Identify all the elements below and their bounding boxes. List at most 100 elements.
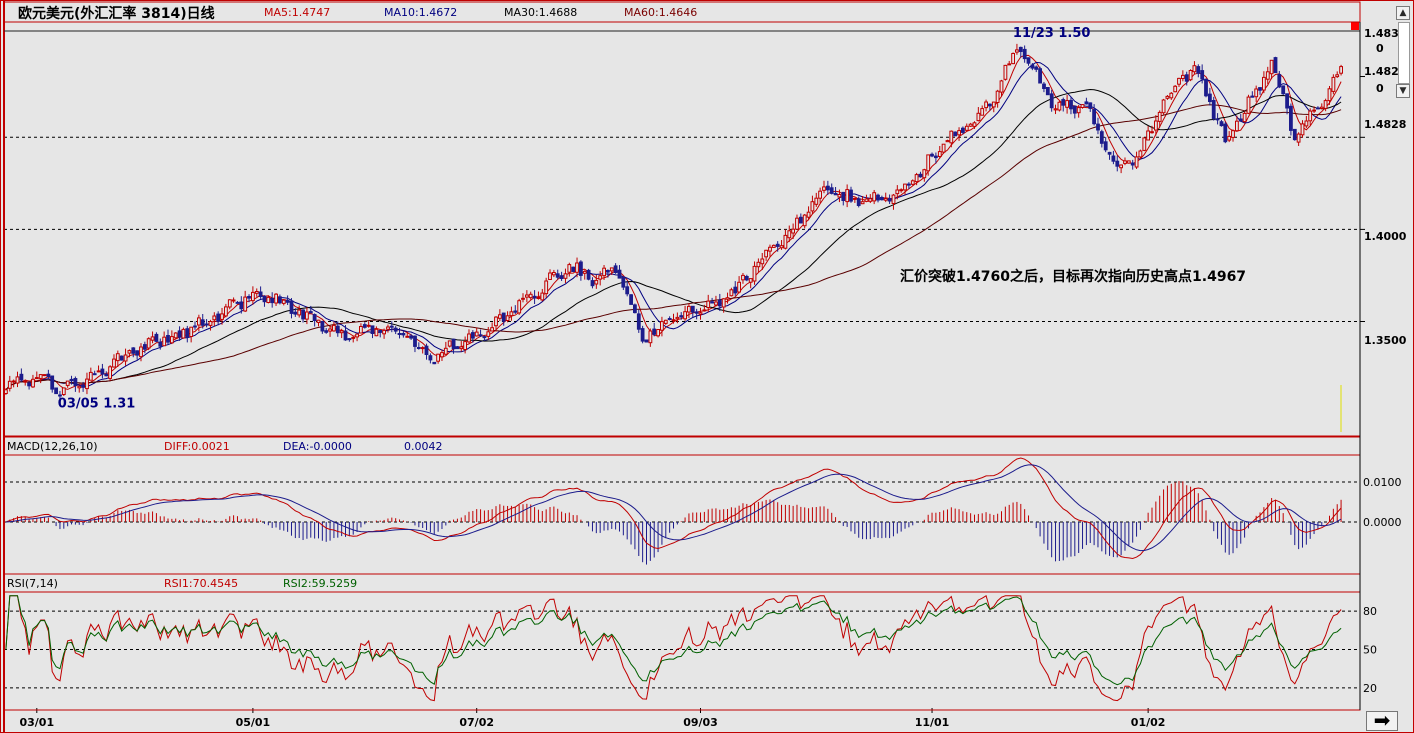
candle-down (633, 304, 637, 314)
candle-down (1092, 109, 1096, 125)
candle-up (721, 298, 726, 308)
candle-up (474, 331, 479, 337)
candle-down (1196, 66, 1201, 74)
candle-down (1038, 68, 1042, 84)
candle-up (1265, 71, 1270, 80)
candle-up (297, 309, 302, 316)
candle-up (660, 321, 664, 331)
candle-down (1281, 85, 1286, 95)
candle-up (991, 101, 996, 108)
candle-down (370, 325, 375, 334)
candle-up (687, 305, 691, 313)
candle-up (683, 311, 688, 320)
candle-down (1022, 48, 1027, 60)
candle-up (914, 174, 919, 183)
candle-up (355, 333, 360, 338)
candle-up (802, 214, 807, 227)
candle-up (837, 194, 842, 198)
candle-up (38, 374, 43, 379)
candle-up (77, 385, 82, 389)
candle-down (652, 328, 657, 335)
candle-up (1057, 101, 1062, 111)
candle-down (717, 299, 722, 307)
candle-up (405, 335, 410, 338)
scroll-up-button[interactable]: ▲ (1396, 6, 1410, 20)
candle-down (1316, 107, 1320, 110)
candle-down (1277, 74, 1282, 88)
candle-up (964, 125, 969, 131)
candle-up (1319, 106, 1324, 109)
candle-up (61, 387, 66, 395)
macd-axis-tick-label: 0.0000 (1363, 516, 1402, 529)
candle-up (440, 352, 444, 358)
candle-down (988, 103, 992, 107)
macd-label: MACD(12,26,10) (7, 440, 98, 453)
candle-up (224, 306, 228, 317)
candle-up (729, 289, 734, 297)
candle-down (409, 335, 414, 339)
high-point-annotation: 11/23 1.50 (1013, 26, 1091, 41)
candle-up (675, 316, 680, 320)
candle-down (389, 325, 394, 328)
candle-up (810, 201, 815, 212)
candle-down (471, 332, 475, 339)
candle-up (1126, 160, 1131, 164)
candle-down (451, 338, 456, 350)
candle-down (826, 185, 830, 191)
candle-up (1011, 53, 1016, 65)
candle-down (953, 131, 958, 137)
candle-up (1308, 110, 1313, 122)
scroll-track[interactable] (1398, 22, 1410, 84)
candle-down (1069, 99, 1073, 110)
candle-up (1161, 99, 1166, 114)
candle-down (856, 198, 861, 206)
candle-up (517, 300, 522, 314)
candle-down (362, 324, 367, 328)
candle-up (540, 292, 545, 301)
candle-up (339, 330, 344, 334)
candle-up (1254, 88, 1259, 98)
candle-up (34, 377, 39, 380)
candle-up (505, 315, 510, 321)
candle-down (1088, 102, 1093, 109)
candle-up (1339, 66, 1343, 74)
candle-up (509, 311, 514, 317)
candle-up (189, 326, 194, 338)
candle-down (455, 346, 460, 350)
candle-down (289, 300, 294, 314)
candle-up (127, 350, 132, 354)
ma10-readout: MA10:1.4672 (384, 6, 458, 19)
candle-up (822, 186, 826, 191)
candle-up (1269, 59, 1274, 75)
candle-down (262, 295, 267, 303)
candle-up (108, 366, 112, 379)
candle-down (694, 311, 699, 314)
candle-up (123, 354, 128, 362)
candle-up (420, 347, 425, 350)
next-page-arrow-icon[interactable]: ➡ (1366, 710, 1398, 731)
candle-down (1215, 118, 1220, 121)
candle-up (968, 123, 973, 127)
candle-down (1204, 78, 1208, 97)
candle-down (50, 375, 55, 390)
candle-up (563, 273, 568, 279)
candle-up (1231, 130, 1235, 138)
candle-down (1045, 87, 1050, 96)
candle-up (945, 140, 950, 143)
candle-up (949, 130, 954, 144)
candle-down (343, 330, 348, 341)
scroll-down-button[interactable]: ▼ (1396, 84, 1410, 98)
candle-down (833, 192, 838, 196)
candle-down (1238, 118, 1243, 122)
candle-down (1111, 155, 1116, 162)
candle-down (629, 294, 634, 305)
candle-down (841, 191, 846, 201)
candle-down (46, 373, 51, 378)
candle-up (490, 327, 495, 332)
candle-up (208, 321, 213, 326)
candle-up (96, 370, 101, 373)
stock-chart[interactable]: 1.35001.40001.48281.48281.4830000.00000.… (0, 0, 1414, 733)
candle-down (918, 173, 923, 178)
candle-up (1335, 74, 1340, 78)
candle-up (467, 333, 471, 343)
